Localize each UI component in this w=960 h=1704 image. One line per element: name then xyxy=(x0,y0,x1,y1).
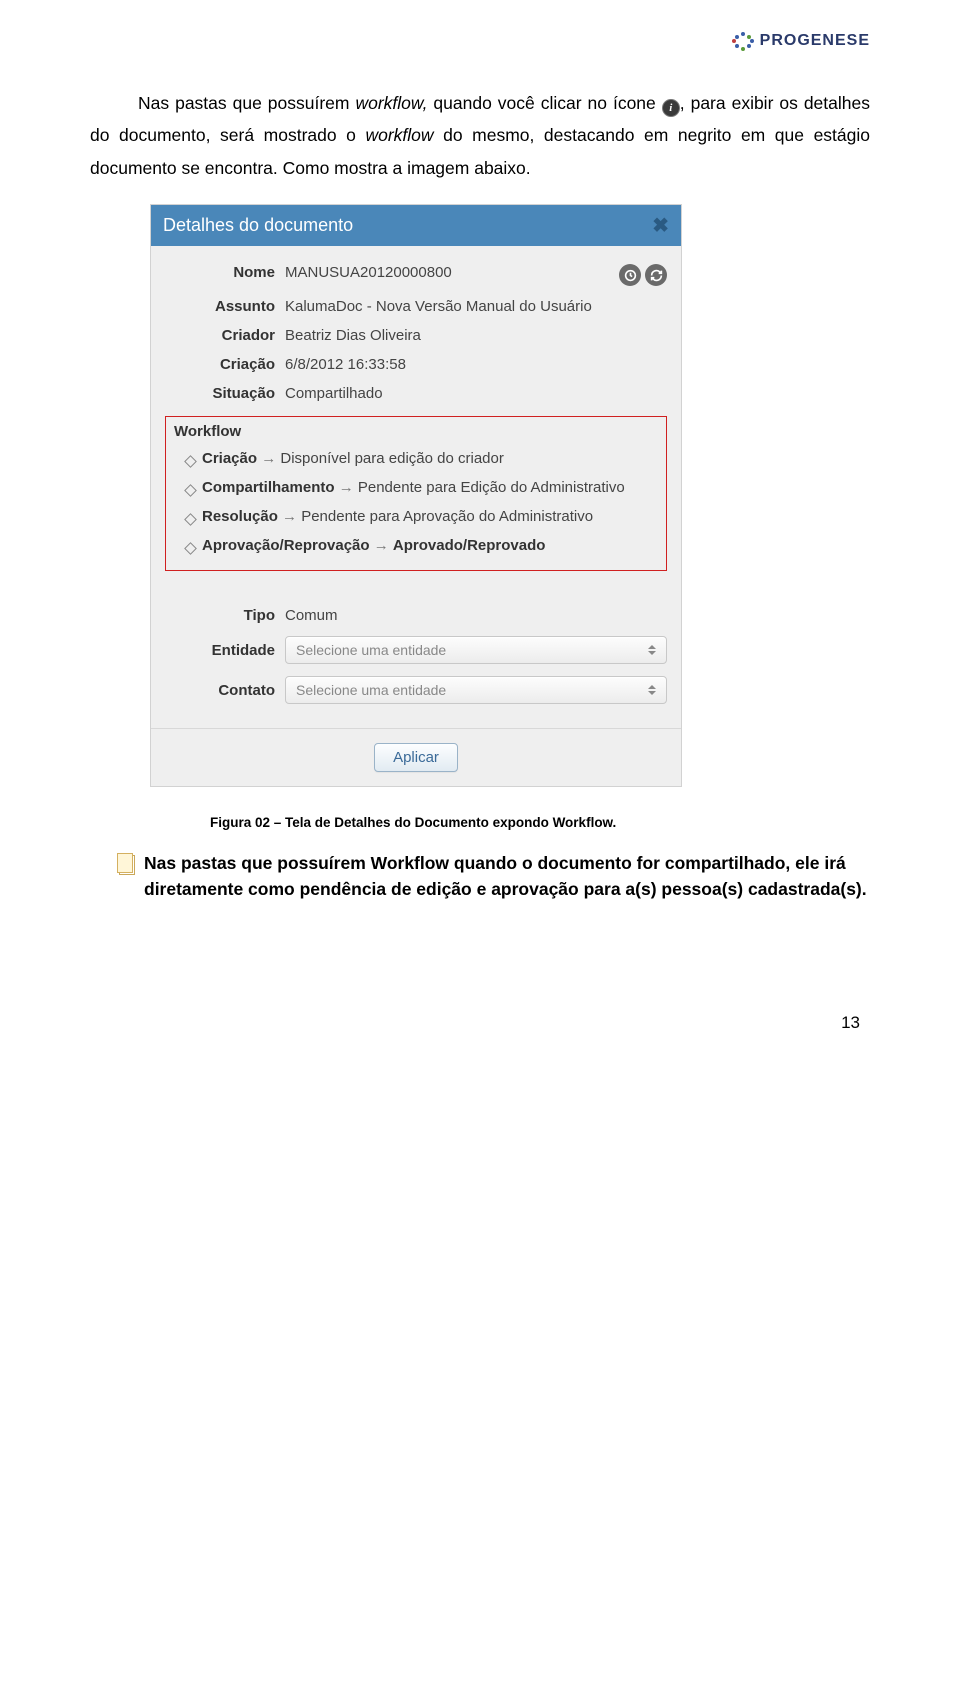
note-icon xyxy=(118,854,134,874)
select-placeholder: Selecione uma entidade xyxy=(296,642,446,658)
value-assunto: KalumaDoc - Nova Versão Manual do Usuári… xyxy=(285,298,667,315)
label-criacao: Criação xyxy=(165,356,285,373)
value-tipo: Comum xyxy=(285,607,667,624)
note-text: Nas pastas que possuírem Workflow quando… xyxy=(144,850,870,903)
note: Nas pastas que possuírem Workflow quando… xyxy=(118,850,870,903)
chevron-updown-icon xyxy=(648,685,656,695)
workflow-title: Workflow xyxy=(174,421,658,442)
label-entidade: Entidade xyxy=(165,642,285,659)
logo-text: PROGENESE xyxy=(760,32,870,50)
label-assunto: Assunto xyxy=(165,298,285,315)
figure-caption: Figura 02 – Tela de Detalhes do Document… xyxy=(210,815,870,830)
page-number: 13 xyxy=(90,1013,870,1033)
value-situacao: Compartilhado xyxy=(285,385,667,402)
dialog-titlebar: Detalhes do documento ✖ xyxy=(151,205,681,246)
workflow-box: Workflow Criação → Disponível para ediçã… xyxy=(165,416,667,571)
workflow-item: Compartilhamento → Pendente para Edição … xyxy=(202,473,658,502)
info-icon: i xyxy=(662,99,680,117)
select-placeholder: Selecione uma entidade xyxy=(296,682,446,698)
clock-icon[interactable] xyxy=(619,264,641,286)
document-details-dialog: Detalhes do documento ✖ Nome MANUSUA2012… xyxy=(150,204,682,787)
apply-button[interactable]: Aplicar xyxy=(374,743,458,772)
value-nome: MANUSUA20120000800 xyxy=(285,264,619,281)
close-icon[interactable]: ✖ xyxy=(652,213,669,238)
workflow-list: Criação → Disponível para edição do cria… xyxy=(174,444,658,560)
workflow-item: Aprovação/Reprovação → Aprovado/Reprovad… xyxy=(202,531,658,560)
value-criador: Beatriz Dias Oliveira xyxy=(285,327,667,344)
label-situacao: Situação xyxy=(165,385,285,402)
label-nome: Nome xyxy=(165,264,285,281)
value-criacao: 6/8/2012 16:33:58 xyxy=(285,356,667,373)
contato-select[interactable]: Selecione uma entidade xyxy=(285,676,667,704)
entidade-select[interactable]: Selecione uma entidade xyxy=(285,636,667,664)
workflow-item: Criação → Disponível para edição do cria… xyxy=(202,444,658,473)
dialog-title: Detalhes do documento xyxy=(163,215,353,236)
workflow-item: Resolução → Pendente para Aprovação do A… xyxy=(202,502,658,531)
label-contato: Contato xyxy=(165,682,285,699)
header-logo: PROGENESE xyxy=(90,30,870,57)
body-paragraph: Nas pastas que possuírem workflow, quand… xyxy=(90,87,870,184)
logo-icon xyxy=(732,30,754,52)
refresh-icon[interactable] xyxy=(645,264,667,286)
label-tipo: Tipo xyxy=(165,607,285,624)
label-criador: Criador xyxy=(165,327,285,344)
chevron-updown-icon xyxy=(648,645,656,655)
